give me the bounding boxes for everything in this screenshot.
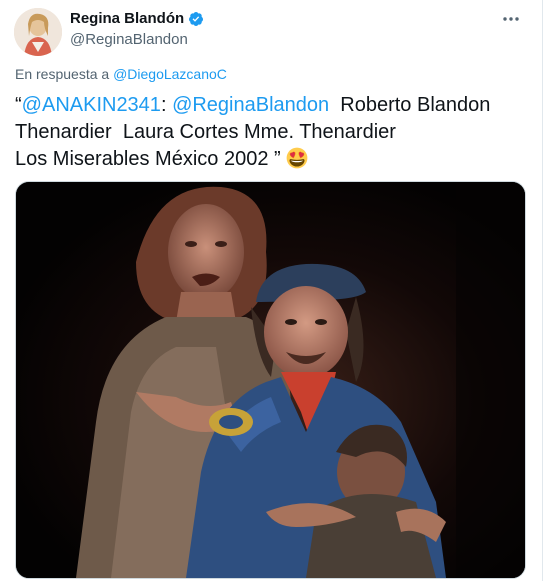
mention-anakin[interactable]: @ANAKIN2341 xyxy=(22,94,161,116)
heart-eyes-emoji-icon xyxy=(286,147,308,169)
stage-photo xyxy=(16,182,525,578)
reply-to-link[interactable]: @DiegoLazcanoC xyxy=(113,66,227,82)
verified-badge-icon xyxy=(189,11,204,26)
mention-separator: : xyxy=(160,94,173,116)
mention-regina[interactable]: @ReginaBlandon xyxy=(172,94,329,116)
author-name-row: Regina Blandón xyxy=(70,10,204,27)
tweet-media-photo[interactable] xyxy=(15,181,526,579)
avatar[interactable] xyxy=(14,8,62,56)
tweet-text: “@ANAKIN2341: @ReginaBlandon Roberto Bla… xyxy=(15,92,530,173)
more-options-icon[interactable] xyxy=(500,10,522,28)
tweet-line2: Thenardier Laura Cortes Mme. Thenardier xyxy=(15,121,396,143)
tweet-line1-rest: Roberto Blandon xyxy=(329,94,491,116)
reply-prefix: En respuesta a xyxy=(15,66,114,82)
tweet-line3: Los Miserables México 2002 ” xyxy=(15,148,287,170)
reply-context: En respuesta a @DiegoLazcanoC xyxy=(15,66,227,82)
author-handle[interactable]: @ReginaBlandon xyxy=(70,31,188,48)
author-name[interactable]: Regina Blandón xyxy=(70,10,184,27)
open-quote: “ xyxy=(15,94,22,116)
tweet-card: Regina Blandón @ReginaBlandon En respues… xyxy=(0,0,543,581)
